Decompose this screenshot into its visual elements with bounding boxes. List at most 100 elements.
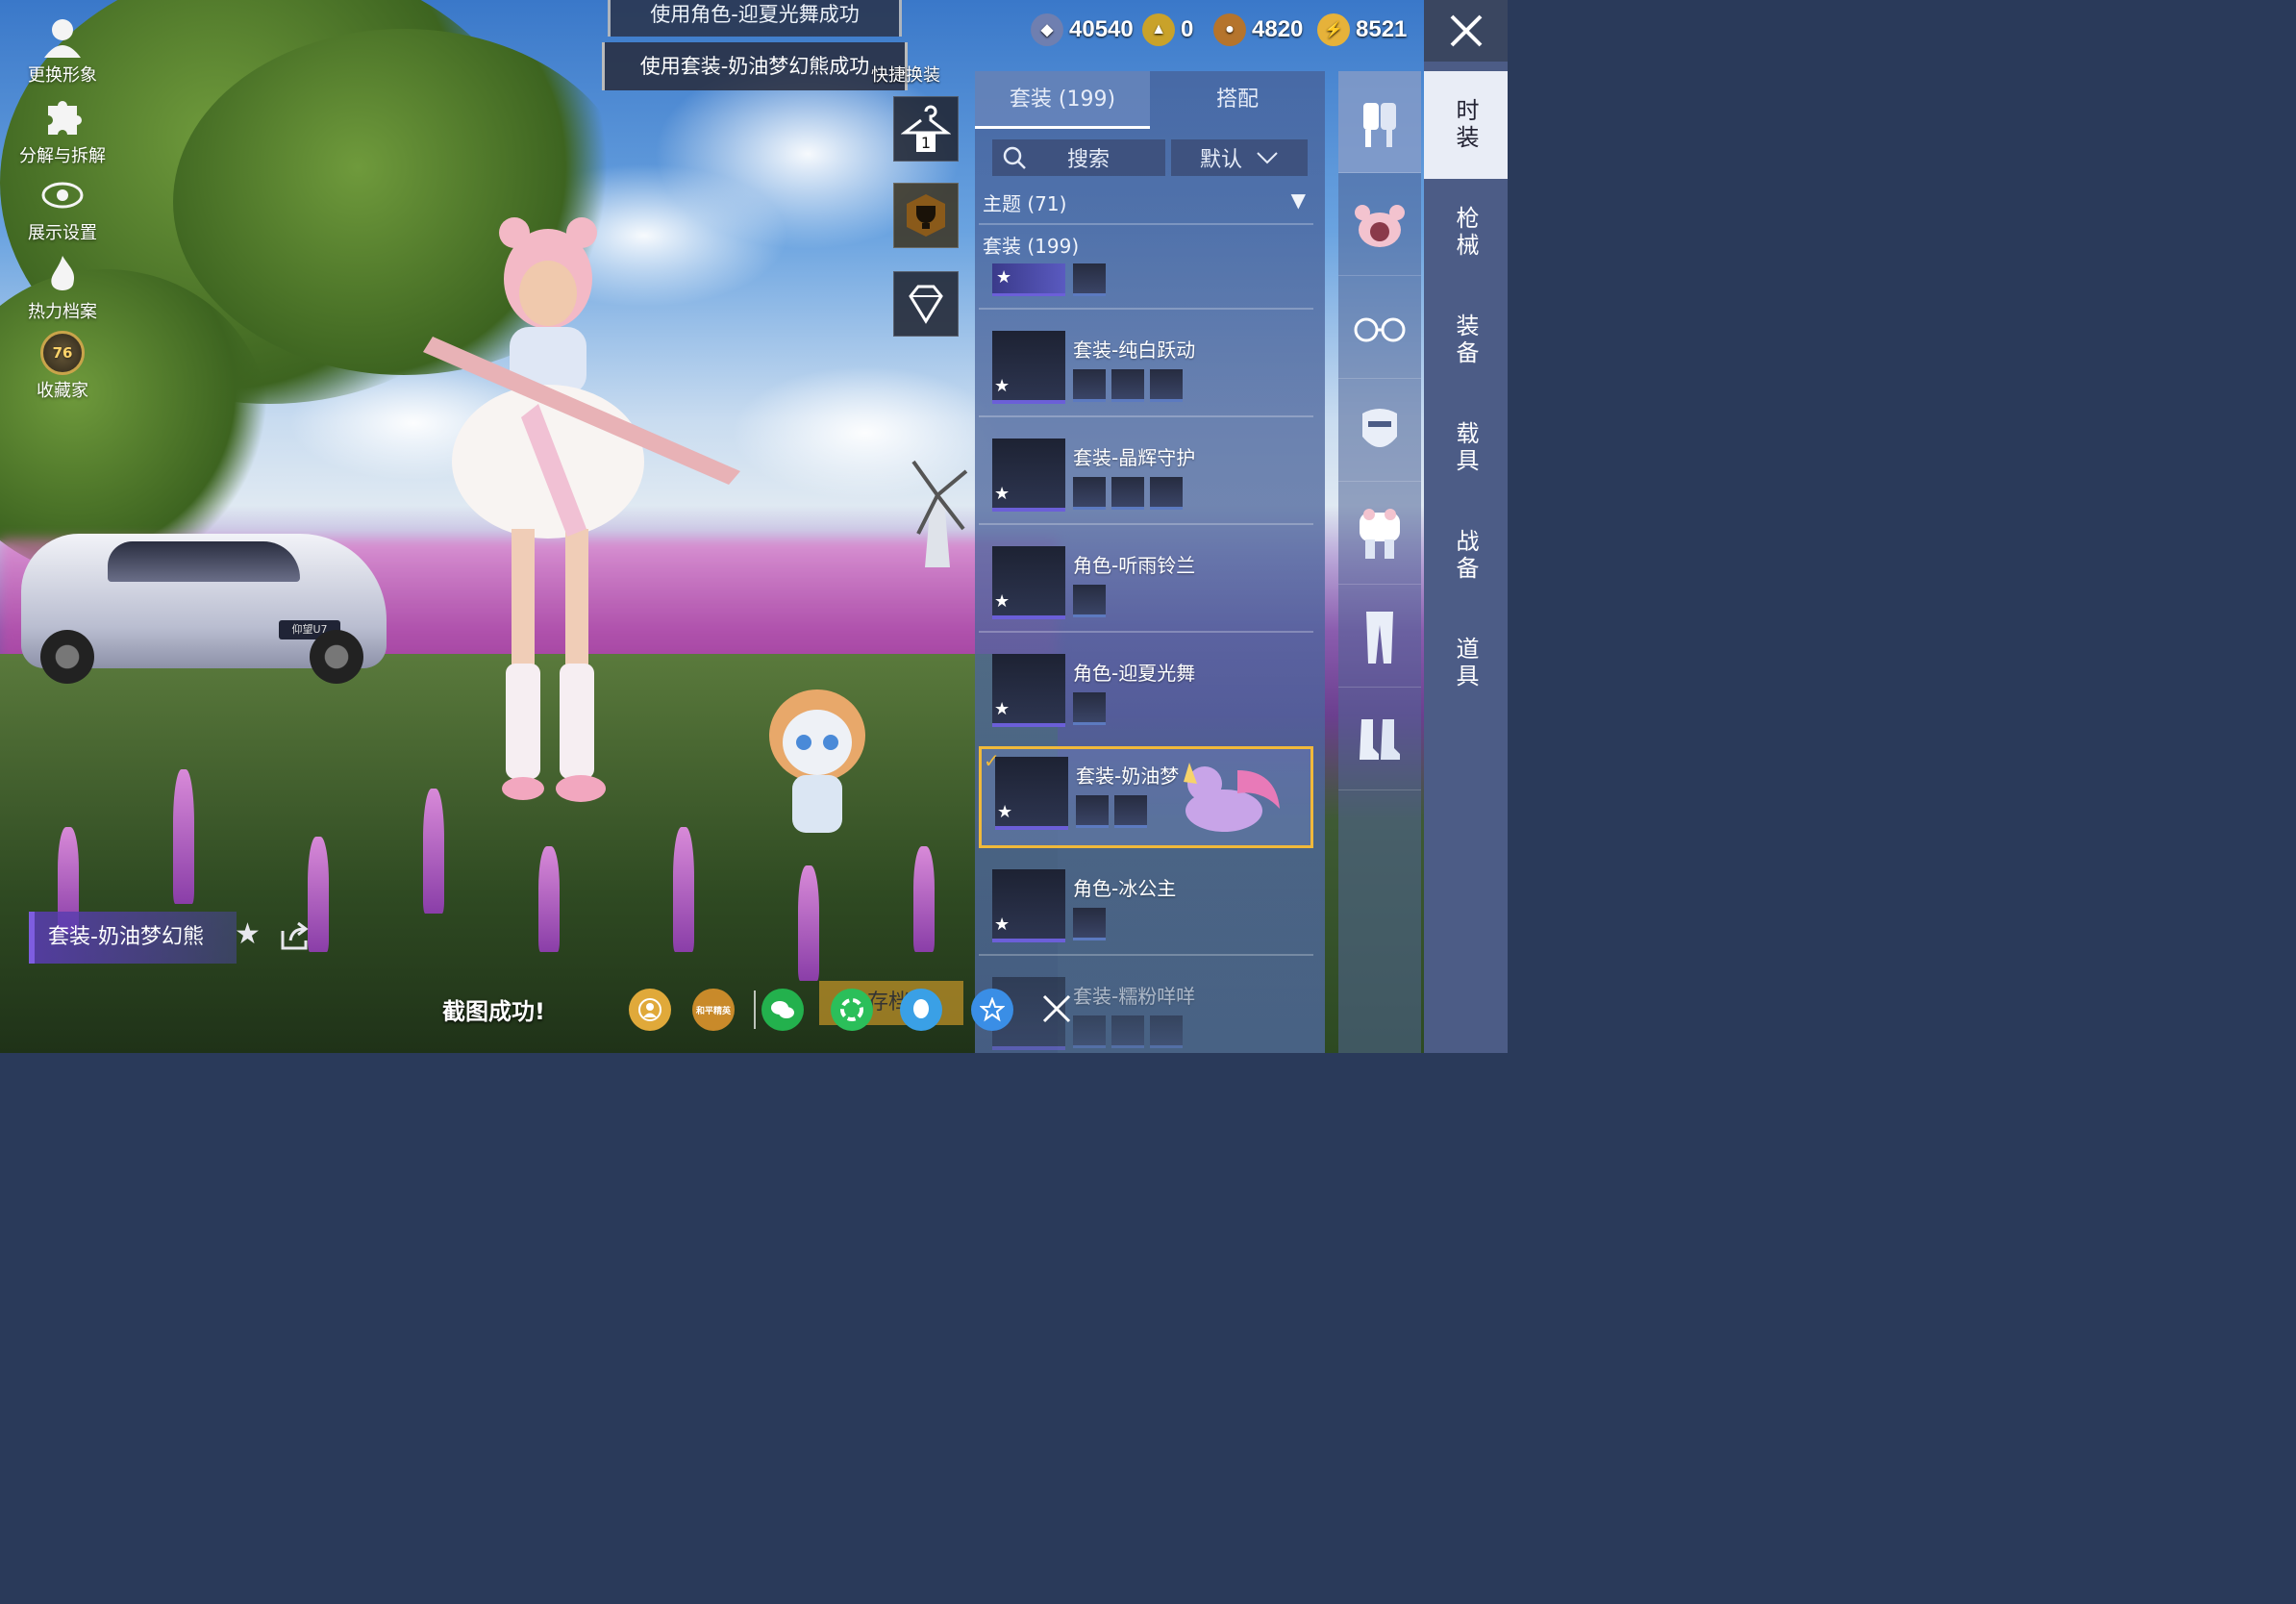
current-outfit-label: 套装-奶油梦幻熊: [29, 912, 237, 964]
category-top[interactable]: [1338, 483, 1421, 585]
display-settings-button[interactable]: 展示设置: [10, 173, 115, 244]
currency-gold-token[interactable]: ▲ 0: [1142, 13, 1193, 46]
bear-hat-icon: [1355, 204, 1405, 247]
qq-icon[interactable]: [900, 989, 942, 1031]
part-thumb: [1111, 369, 1144, 402]
heat-profile-button[interactable]: 热力档案: [10, 252, 115, 323]
eye-icon: [41, 182, 84, 209]
outfit-item[interactable]: ★ 套装-晶辉守护: [979, 431, 1313, 535]
category-pants[interactable]: [1338, 586, 1421, 688]
divider: [979, 223, 1313, 225]
car-window: [108, 541, 300, 582]
outfit-name: 套装-奶油梦: [1076, 764, 1180, 788]
close-button[interactable]: [1424, 0, 1508, 62]
pet-companion: [769, 689, 865, 833]
hanger-icon: 1: [901, 105, 951, 152]
outfit-item[interactable]: 套装-糯粉咩咩: [979, 969, 1313, 1073]
close-icon: [1450, 14, 1482, 47]
currency-bronze[interactable]: ● 4820: [1213, 13, 1303, 46]
tab-fashion[interactable]: 时装: [1424, 71, 1508, 179]
outfit-item[interactable]: ★ 套装-纯白跃动: [979, 323, 1313, 427]
trophy-button[interactable]: [893, 183, 959, 248]
outfit-item[interactable]: ★ 角色-听雨铃兰: [979, 539, 1313, 642]
outfit-thumbnail: ★: [992, 654, 1065, 727]
part-thumb: [1073, 1015, 1106, 1048]
divider: [979, 631, 1313, 633]
tab-combination[interactable]: 搭配: [1150, 71, 1325, 129]
change-appearance-button[interactable]: 更换形象: [10, 15, 115, 87]
part-thumb: [1111, 1015, 1144, 1048]
puzzle-icon: [48, 100, 82, 135]
outfit-thumbnail: ★: [992, 439, 1065, 512]
decompose-label: 分解与拆解: [19, 146, 106, 166]
moments-icon[interactable]: [831, 989, 873, 1031]
set-header-thumb[interactable]: ★: [992, 263, 1065, 296]
currency-lightning[interactable]: ⚡ 8521: [1317, 13, 1407, 46]
avatar-share-glyph: [638, 998, 661, 1021]
outfit-name: 套装-糯粉咩咩: [1073, 985, 1196, 1008]
sort-dropdown[interactable]: 默认: [1171, 139, 1308, 176]
star-icon: ★: [997, 802, 1013, 822]
set-header-sub-thumb[interactable]: [1073, 263, 1106, 296]
qzone-icon[interactable]: [971, 989, 1013, 1031]
divider: [979, 954, 1313, 956]
quick-outfit-slot-button[interactable]: 1: [893, 96, 959, 162]
decompose-button[interactable]: 分解与拆解: [10, 96, 115, 167]
outfit-item[interactable]: ★ 角色-迎夏光舞: [979, 646, 1313, 750]
outfit-item-selected[interactable]: ✓ ★ 套装-奶油梦: [979, 746, 1313, 848]
star-icon: ★: [994, 591, 1011, 612]
currency-gem[interactable]: ◆ 40540: [1031, 13, 1134, 46]
category-face[interactable]: [1338, 380, 1421, 482]
search-input[interactable]: 搜索: [992, 139, 1165, 176]
star-icon: ★: [996, 267, 1012, 288]
avatar-share-icon[interactable]: [629, 989, 671, 1031]
tab-equipment[interactable]: 装备: [1424, 287, 1508, 394]
collector-button[interactable]: 76 收藏家: [10, 331, 115, 402]
tab-guns[interactable]: 枪械: [1424, 179, 1508, 287]
avatar-icon: [44, 19, 81, 58]
tab-vehicles[interactable]: 载具: [1424, 394, 1508, 502]
category-shoes[interactable]: [1338, 689, 1421, 790]
outfit-name: 角色-迎夏光舞: [1073, 662, 1196, 685]
wechat-icon[interactable]: [761, 989, 804, 1031]
theme-filter[interactable]: 主题 (71) ▼: [983, 188, 1313, 216]
pants-icon: [1366, 611, 1393, 664]
part-thumb: [1073, 477, 1106, 510]
star-icon: ★: [994, 699, 1011, 719]
star-icon: ★: [994, 915, 1011, 935]
currency-gem-value: 40540: [1069, 16, 1134, 42]
outfit-item[interactable]: ★ 角色-冰公主: [979, 862, 1313, 965]
category-eyewear[interactable]: [1338, 277, 1421, 379]
tab-battle-prep[interactable]: 战备: [1424, 502, 1508, 610]
divider: [979, 523, 1313, 525]
close-share-icon[interactable]: [1040, 992, 1073, 1025]
part-thumb: [1073, 369, 1106, 402]
search-icon: [1003, 146, 1026, 169]
sort-label: 默认: [1199, 148, 1242, 172]
tab-outfits[interactable]: 套装 (199): [975, 71, 1150, 129]
toast-role-success: 使用角色-迎夏光舞成功: [608, 0, 902, 37]
part-thumb: [1114, 795, 1147, 828]
category-headwear[interactable]: [1338, 174, 1421, 276]
collector-label: 收藏家: [37, 381, 88, 401]
peace-elite-icon[interactable]: 和平精英: [692, 989, 735, 1031]
pony-mascot-icon: [1184, 763, 1280, 832]
car-wheel: [310, 630, 363, 684]
category-outfit[interactable]: [1338, 71, 1421, 173]
outfit-name: 角色-冰公主: [1073, 877, 1177, 900]
car-u7: 仰望U7: [21, 534, 387, 684]
outfit-parts: [1073, 1015, 1183, 1048]
gem-currency-icon: ◆: [1031, 13, 1063, 46]
favorite-star-icon[interactable]: ★: [235, 917, 261, 951]
share-icon[interactable]: [279, 921, 312, 952]
diamond-button[interactable]: [893, 271, 959, 337]
set-header: 套装 (199): [983, 235, 1080, 258]
outfit-parts: [1076, 795, 1147, 828]
flower: [173, 769, 194, 904]
outfit-parts: [1073, 477, 1183, 510]
divider: [979, 415, 1313, 417]
tab-items[interactable]: 道具: [1424, 610, 1508, 717]
star-icon: ★: [994, 484, 1011, 504]
currency-lightning-value: 8521: [1356, 16, 1408, 42]
qzone-glyph: [980, 997, 1005, 1022]
